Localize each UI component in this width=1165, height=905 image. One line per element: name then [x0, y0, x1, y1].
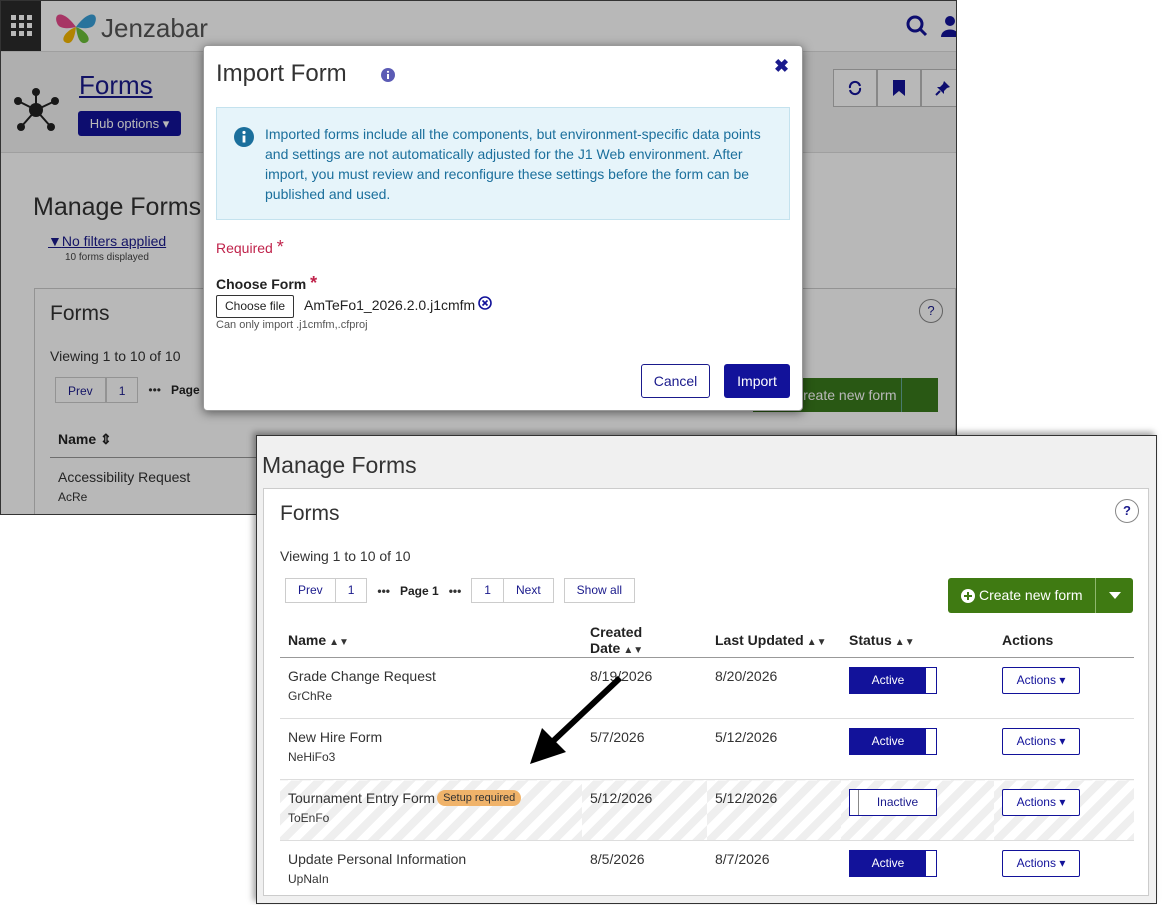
actions-dropdown[interactable]: Actions ▾ [1002, 728, 1080, 755]
choose-form-label: Choose Form * [216, 273, 317, 294]
info-alert-text: Imported forms include all the component… [265, 126, 761, 202]
updated-date: 8/7/2026 [715, 851, 770, 867]
required-label: Required [216, 240, 273, 256]
ellipsis: ••• [377, 583, 390, 598]
annotation-arrow-icon [520, 672, 630, 777]
updated-date: 8/20/2026 [707, 657, 841, 719]
choose-file-button[interactable]: Choose file [216, 295, 295, 318]
column-name-header[interactable]: Name ▲▼ [280, 623, 582, 658]
ellipsis: ••• [448, 583, 462, 598]
info-icon[interactable] [381, 68, 395, 87]
status-label: Active [850, 851, 926, 876]
file-type-hint: Can only import .j1cmfm,.cfproj [216, 319, 368, 331]
viewing-count: Viewing 1 to 10 of 10 [280, 548, 411, 564]
column-label: Status [849, 632, 892, 648]
form-short-name: ToEnFo [288, 811, 330, 825]
actions-label: Actions [1016, 673, 1056, 687]
caret-down-icon: ▾ [1059, 734, 1066, 748]
form-name[interactable]: Tournament Entry Form [288, 790, 435, 806]
actions-label: Actions [1016, 734, 1056, 748]
caret-down-icon [1108, 592, 1121, 599]
prev-button[interactable]: Prev [285, 578, 336, 603]
status-label: Active [850, 729, 926, 754]
sort-icon: ▲▼ [329, 637, 349, 648]
forms-panel: Forms ? Viewing 1 to 10 of 10 Prev 1 •••… [263, 488, 1149, 896]
sort-icon: ▲▼ [894, 637, 915, 648]
modal-title: Import Form [216, 60, 347, 87]
actions-label: Actions [1016, 856, 1056, 870]
sort-icon: ▲▼ [623, 645, 644, 656]
required-note: Required * [216, 237, 284, 258]
selected-file-name: AmTeFo1_2026.2.0.j1cmfm [304, 297, 476, 313]
table-row: Grade Change Request GrChRe 8/19/2026 8/2… [280, 657, 1134, 719]
form-name-line: Tournament Entry Form Setup required [288, 790, 574, 806]
status-toggle[interactable]: Active [849, 850, 937, 877]
caret-down-icon: ▾ [1059, 856, 1066, 870]
table-header-row: Name ▲▼ Created Date ▲▼ Last Updated ▲▼ Sta… [280, 623, 1134, 658]
setup-required-badge: Setup required [437, 790, 522, 806]
pagination: Prev 1 ••• Page 1 ••• 1 Next Show all [285, 578, 636, 603]
import-button[interactable]: Import [724, 364, 790, 398]
sort-icon: ▲▼ [806, 637, 827, 648]
create-new-form-main[interactable]: Create new form [948, 578, 1095, 613]
panel-title: Forms [280, 502, 340, 525]
caret-down-icon: ▾ [1059, 795, 1066, 809]
actions-dropdown[interactable]: Actions ▾ [1002, 667, 1080, 694]
column-label: Last Updated [715, 632, 804, 648]
create-dropdown-toggle[interactable] [1095, 578, 1133, 613]
column-created-header[interactable]: Created Date ▲▼ [582, 623, 707, 658]
page-label: Page 1 [399, 583, 439, 598]
toggle-knob [850, 790, 859, 815]
form-short-name: UpNaIn [288, 872, 329, 886]
required-star: * [310, 273, 318, 293]
form-name[interactable]: Update Personal Information [288, 851, 574, 867]
actions-dropdown[interactable]: Actions ▾ [1002, 850, 1080, 877]
status-label: Inactive [859, 790, 936, 815]
required-star: * [276, 237, 284, 257]
cancel-button[interactable]: Cancel [641, 364, 710, 398]
table-row: Tournament Entry Form Setup required ToEnF… [280, 779, 1134, 841]
updated-date: 5/12/2026 [707, 718, 841, 780]
page-last-button[interactable]: 1 [471, 578, 504, 603]
column-status-header[interactable]: Status ▲▼ [841, 623, 994, 658]
show-all-button[interactable]: Show all [563, 578, 636, 603]
actions-dropdown[interactable]: Actions ▾ [1002, 789, 1080, 816]
info-circle-icon [234, 127, 254, 152]
close-icon[interactable]: ✖ [774, 56, 789, 77]
help-button[interactable]: ? [1115, 499, 1139, 523]
table-row: New Hire Form NeHiFo3 5/7/2026 5/12/2026 … [280, 718, 1134, 780]
toggle-knob [926, 729, 936, 754]
actions-label: Actions [1016, 795, 1056, 809]
status-toggle[interactable]: Active [849, 728, 937, 755]
table-row: Update Personal Information UpNaIn 8/5/20… [280, 841, 1134, 902]
create-new-form-button[interactable]: Create new form [948, 578, 1133, 613]
toggle-knob [926, 851, 936, 876]
page-first-button[interactable]: 1 [335, 578, 368, 603]
next-button[interactable]: Next [503, 578, 554, 603]
status-toggle[interactable]: Active [849, 667, 937, 694]
column-updated-header[interactable]: Last Updated ▲▼ [707, 623, 841, 658]
created-date: 8/5/2026 [590, 851, 645, 867]
manage-forms-title: Manage Forms [262, 452, 417, 478]
foreground-screenshot: Manage Forms Forms ? Viewing 1 to 10 of … [256, 435, 1157, 904]
updated-date: 5/12/2026 [707, 779, 841, 841]
created-date: 5/12/2026 [582, 779, 707, 841]
column-actions-header: Actions [994, 623, 1134, 658]
info-alert: Imported forms include all the component… [216, 107, 790, 220]
forms-table: Name ▲▼ Created Date ▲▼ Last Updated ▲▼ Sta… [280, 623, 1134, 901]
column-label: Name [288, 632, 327, 648]
plus-circle-icon [961, 588, 975, 603]
status-toggle[interactable]: Inactive [849, 789, 937, 816]
clear-file-icon[interactable] [478, 296, 492, 315]
toggle-knob [926, 668, 936, 693]
choose-form-text: Choose Form [216, 276, 307, 292]
create-label: Create new form [979, 587, 1083, 603]
caret-down-icon: ▾ [1059, 673, 1066, 687]
import-form-modal: Import Form ✖ Imported forms include all… [203, 45, 803, 411]
status-label: Active [850, 668, 926, 693]
